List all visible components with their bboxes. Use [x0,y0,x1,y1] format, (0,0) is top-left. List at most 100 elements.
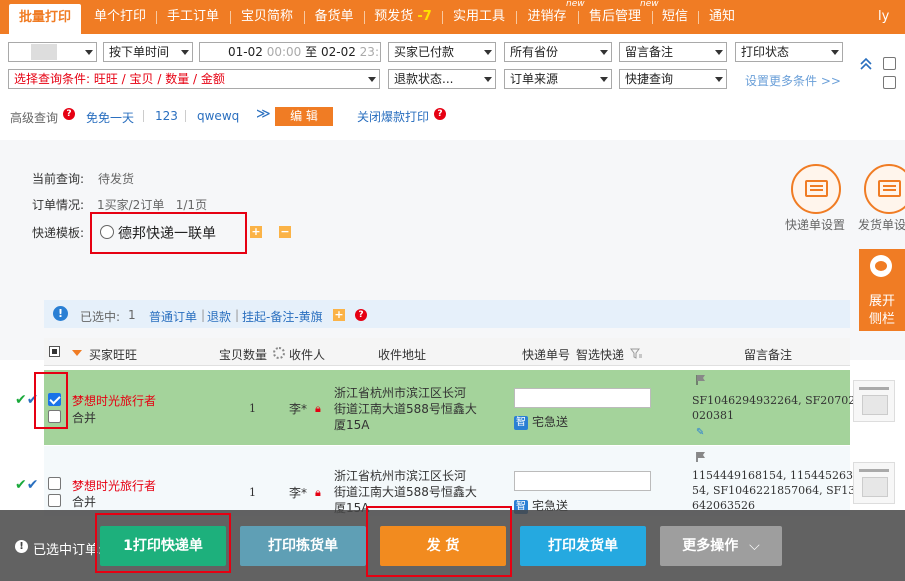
flag-icon[interactable] [695,451,707,463]
query-condition-select[interactable]: 选择查询条件: 旺旺 / 宝贝 / 数量 / 金额 [8,69,380,89]
col-address[interactable]: 收件地址 [378,346,426,363]
col-buyer[interactable]: 买家旺旺 [89,346,137,363]
message-note: SF1046294932264, SF2070298 020381 [692,393,869,423]
nav-divider [578,11,579,24]
nav-divider [516,11,517,24]
edit-presets-button[interactable]: 编 辑 [275,107,333,126]
col-recipient[interactable]: 收件人 [289,346,325,363]
trade-status-select[interactable]: 买家已付款 [388,42,496,62]
user-menu[interactable]: ly [878,0,905,34]
add-flag-icon[interactable]: + [333,309,345,321]
buyer-name[interactable]: 梦想时光旅行者 [72,392,156,409]
tab-manual-order[interactable]: 手工订单 [164,0,222,34]
col-tracking[interactable]: 快递单号 [522,346,570,363]
order-time-select[interactable]: 按下单时间 [103,42,193,62]
lock-icon[interactable]: 🔒︎ [315,402,321,416]
refund-link[interactable]: 退款 [207,308,231,325]
row-checkbox[interactable] [48,477,61,490]
nav-divider [364,11,365,24]
filter-checkbox[interactable] [883,57,896,70]
nav-divider [652,11,653,24]
remove-template-icon[interactable]: − [279,226,291,238]
current-query-label: 当前查询: [32,172,85,186]
help-icon[interactable]: ? [355,309,367,321]
express-company[interactable]: 智宅急送 [514,413,568,430]
tab-stock-list[interactable]: 备货单 [312,0,356,34]
note-line: 1154449168154, 11544526363 [692,469,867,482]
express-settings-label[interactable]: 快递单设置 [785,216,845,233]
preset-link[interactable]: qwewq [197,109,239,123]
chevron-down-icon: ⌵ [749,538,760,554]
date-range-input[interactable]: 01-02 00:00 至 02-02 23:59 [199,42,381,62]
help-icon[interactable]: ? [434,108,446,120]
shop-select[interactable] [8,42,97,62]
tab-after-sales[interactable]: 售后管理 [586,0,644,34]
help-icon[interactable]: ? [63,108,75,120]
filter-icon[interactable] [630,348,642,360]
express-settings-icon[interactable] [791,164,841,214]
order-source-select[interactable]: 订单来源 [504,69,612,89]
tab-tools[interactable]: 实用工具 [450,0,508,34]
date-to-label: 至 [305,45,318,59]
preset-link[interactable]: 123 [155,109,178,123]
time-from: 00:00 [266,45,302,59]
shipping-settings-label[interactable]: 发货单设 [858,216,905,233]
quantity-value: 1 [249,486,256,499]
refund-status-select[interactable]: 退款状态... [388,69,496,89]
divider [143,110,144,122]
double-chevron-up-icon[interactable] [860,57,872,71]
order-source-value: 订单来源 [510,72,559,86]
print-shipping-button[interactable]: 打印发货单 [520,526,646,566]
nav-divider [442,11,443,24]
more-conditions-link[interactable]: 设置更多条件 >> [745,72,841,89]
edit-note-icon[interactable]: ✎ [696,427,706,438]
tab-single-print[interactable]: 单个打印 [92,0,148,34]
highlight-box [95,513,231,573]
selected-label: 已选中: [80,310,121,324]
side-panel-toggle[interactable]: 展开侧栏 [859,249,905,331]
smart-icon: 智 [514,415,528,430]
gear-icon[interactable] [273,347,285,359]
print-picking-button[interactable]: 打印拣货单 [240,526,366,566]
smart-express-link[interactable]: 智选快递 [576,346,624,363]
merge-label: 合并 [72,411,97,425]
buyer-name[interactable]: 梦想时光旅行者 [72,477,156,494]
add-template-icon[interactable]: + [250,226,262,238]
tracking-number-input[interactable] [514,471,651,491]
side-panel-label: 展开侧栏 [868,294,895,327]
tab-item-alias[interactable]: 宝贝简称 [238,0,296,34]
message-note-select[interactable]: 留言备注 [619,42,727,62]
select-all-checkbox[interactable] [49,346,60,357]
more-actions-button[interactable]: 更多操作 ⌵ [660,526,782,566]
note-line: 54, SF1046221857064, SF1334 [692,484,870,497]
tracking-number-input[interactable] [514,388,651,408]
divider: | [201,308,206,322]
tab-prefire[interactable]: 预发货 -7 [372,0,434,34]
preset-link[interactable]: 免免一天 [86,109,134,126]
product-thumbnail[interactable] [853,380,895,422]
close-hot-print-link[interactable]: 关闭爆款打印 [357,108,429,125]
chevron-down-icon [368,77,376,82]
quick-query-select[interactable]: 快捷查询 [619,69,727,89]
lock-icon[interactable]: 🔒︎ [315,486,321,500]
chevron-down-icon [181,50,189,55]
col-quantity[interactable]: 宝贝数量 [219,346,267,363]
normal-order-link[interactable]: 普通订单 [149,308,197,325]
product-thumbnail[interactable] [853,462,895,504]
tab-batch-print[interactable]: 批量打印 [9,4,81,34]
province-select[interactable]: 所有省份 [504,42,612,62]
print-status-select[interactable]: 打印状态 [735,42,843,62]
chevron-down-icon [831,50,839,55]
merge-checkbox[interactable] [48,494,61,507]
flag-icon[interactable] [695,374,707,386]
tab-inventory[interactable]: 进销存 [524,0,570,34]
filter-checkbox[interactable] [883,76,896,89]
sort-chevron-icon[interactable] [72,350,82,356]
divider: | [235,308,240,322]
tab-notice[interactable]: 通知 [706,0,738,34]
more-presets-icon[interactable]: ≫ [256,106,271,122]
chevron-down-icon [715,50,723,55]
col-message[interactable]: 留言备注 [744,346,792,363]
tab-sms[interactable]: 短信 [660,0,690,34]
suspend-note-flag-link[interactable]: 挂起-备注-黄旗 [242,308,323,325]
